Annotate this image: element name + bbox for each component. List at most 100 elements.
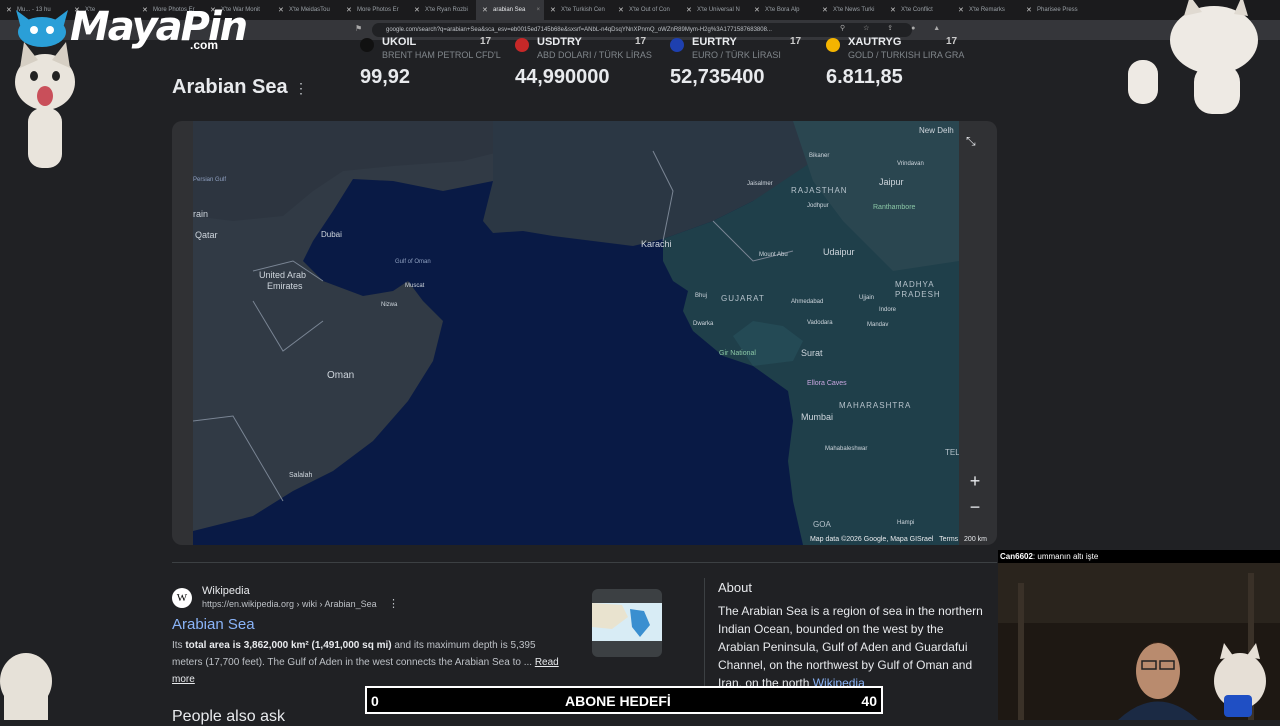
browser-tab[interactable]: ✕ X'te Remarks <box>952 0 1020 20</box>
ticker-item[interactable]: EURTRY EURO / TÜRK LİRASI 52,735400 17 <box>670 36 820 88</box>
map-thumbnail-image <box>592 603 662 641</box>
snippet-highlight: total area is 3,862,000 km² (1,491,000 s… <box>185 640 392 651</box>
logo-text: MayaPin <box>70 4 248 50</box>
result-snippet: Its total area is 3,862,000 km² (1,491,0… <box>172 640 559 685</box>
ticker-symbol: EURTRY <box>692 36 737 48</box>
ticker-name: EURO / TÜRK LİRASI <box>692 50 781 60</box>
browser-tab[interactable]: ✕ arabian Sea × <box>476 0 544 20</box>
ticker-name: ABD DOLARI / TÜRK LİRAS <box>537 50 652 60</box>
browser-tab[interactable]: ✕ X'te MeidasTou <box>272 0 340 20</box>
ticker-item[interactable]: USDTRY ABD DOLARI / TÜRK LİRAS 44,990000 17 <box>515 36 665 88</box>
map-label-jodhpur: Jodhpur <box>807 203 829 209</box>
tab-favicon-icon: ✕ <box>618 6 624 14</box>
map-label-new-delhi: New Delh <box>919 126 954 135</box>
browser-tab[interactable]: ✕ X'te Turkish Cen <box>544 0 612 20</box>
map-label-jaisalmer: Jaisalmer <box>747 181 773 187</box>
tab-label: X'te Bora Alp <box>765 7 800 13</box>
chat-user: Can6602 <box>1000 552 1033 561</box>
map-label-gulf-of-oman: Gulf of Oman <box>395 259 431 265</box>
browser-tab[interactable]: ✕ X'te Universal N <box>680 0 748 20</box>
about-heading: About <box>718 580 752 595</box>
tab-favicon-icon: ✕ <box>278 6 284 14</box>
browser-tab[interactable]: ✕ More Photos Er <box>340 0 408 20</box>
map-label-uae-2: Emirates <box>267 281 303 291</box>
tradingview-icon: 17 <box>480 36 492 47</box>
goal-end: 40 <box>861 693 877 709</box>
map-label-mumbai: Mumbai <box>801 412 833 422</box>
map-card[interactable]: New Delh Bikaner Vrindavan Persian Gulf … <box>172 121 997 545</box>
tab-label: arabian Sea <box>493 7 526 13</box>
close-tab-icon[interactable]: × <box>536 7 540 13</box>
map-terms-link[interactable]: Terms <box>939 536 958 543</box>
browser-tab[interactable]: ✕ X'te Ryan Rozbi <box>408 0 476 20</box>
map[interactable]: New Delh Bikaner Vrindavan Persian Gulf … <box>193 121 959 545</box>
browser-tab[interactable]: ✕ X'te Out of Con <box>612 0 680 20</box>
result-title-link[interactable]: Arabian Sea <box>172 616 255 633</box>
ticker-value: 52,735400 <box>670 66 765 88</box>
chat-text: : ummanın altı işte <box>1032 552 1099 561</box>
tab-favicon-icon: ✕ <box>686 6 692 14</box>
browser-tab[interactable]: ✕ Pharisee Press <box>1020 0 1088 20</box>
collapse-map-icon[interactable]: ⤡ <box>966 134 976 149</box>
map-label-pradesh: PRADESH <box>895 290 941 299</box>
result-thumbnail[interactable] <box>592 589 662 657</box>
tab-label: X'te Turkish Cen <box>561 7 605 13</box>
tradingview-icon: 17 <box>635 36 647 47</box>
ticker-name: BRENT HAM PETROL CFD'L <box>382 50 501 60</box>
tab-favicon-icon: ✕ <box>346 6 352 14</box>
map-label-ellora: Ellora Caves <box>807 380 847 387</box>
tab-label: X'te News Turki <box>833 7 875 13</box>
map-label-surat: Surat <box>801 348 823 358</box>
page-title: Arabian Sea <box>172 76 288 98</box>
tab-label: X'te Out of Con <box>629 7 670 13</box>
ticker-symbol: USDTRY <box>537 36 582 48</box>
extension-icons[interactable]: ⚲ ☆ ⇪ ● ▲ <box>840 24 948 32</box>
cat-sticker-left-top <box>15 42 75 168</box>
tab-favicon-icon: ✕ <box>550 6 556 14</box>
streamer-webcam-image <box>998 563 1280 720</box>
ticker-value: 99,92 <box>360 66 411 88</box>
url-field[interactable]: google.com/search?q=arabian+Sea&sca_esv=… <box>372 23 912 37</box>
ticker-symbol: UKOIL <box>382 36 417 48</box>
map-label-karachi: Karachi <box>641 239 672 249</box>
tab-favicon-icon: ✕ <box>822 6 828 14</box>
map-label-hampi: Hampi <box>897 520 914 526</box>
map-label-nizwa: Nizwa <box>381 302 398 308</box>
browser-tab[interactable]: ✕ X'te Bora Alp <box>748 0 816 20</box>
map-label-udaipur: Udaipur <box>823 247 855 257</box>
result-more-icon[interactable]: ⋮ <box>388 597 399 610</box>
ticker-flag-icon <box>515 38 529 52</box>
map-attribution: Map data ©2026 Google, Mapa GISrael Term… <box>810 536 987 543</box>
tab-favicon-icon: ✕ <box>754 6 760 14</box>
subscriber-goal-bar: 0 ABONE HEDEFİ 40 <box>365 686 883 714</box>
tab-favicon-icon: ✕ <box>890 6 896 14</box>
result-url[interactable]: https://en.wikipedia.org › wiki › Arabia… <box>202 599 377 609</box>
map-label-bhuj: Bhuj <box>695 293 707 299</box>
bookmark-icon[interactable]: ⚑ <box>355 24 362 33</box>
map-label-dubai: Dubai <box>321 230 342 239</box>
result-source[interactable]: Wikipedia <box>202 585 250 597</box>
cat-sticker-right-top <box>1128 0 1258 114</box>
goal-label: ABONE HEDEFİ <box>565 693 671 709</box>
map-label-dwarka: Dwarka <box>693 321 714 327</box>
map-label-qatar: Qatar <box>195 230 218 240</box>
map-label-salalah: Salalah <box>289 472 312 479</box>
browser-tab[interactable]: ✕ X'te Conflict <box>884 0 952 20</box>
zoom-out-button[interactable]: − <box>962 494 988 520</box>
more-options-icon[interactable]: ⋮ <box>294 80 308 97</box>
ticker-name: GOLD / TURKISH LIRA GRA <box>848 50 965 60</box>
ticker-flag-icon <box>670 38 684 52</box>
ticker-item[interactable]: UKOIL BRENT HAM PETROL CFD'L 99,92 17 <box>360 36 510 88</box>
map-label-gir: Gir National <box>719 350 756 357</box>
tab-label: X'te MeidasTou <box>289 7 330 13</box>
zoom-in-button[interactable]: + <box>962 468 988 494</box>
map-label-madhya: MADHYA <box>895 280 935 289</box>
logo-domain: .com <box>190 38 219 52</box>
map-data-credit: Map data ©2026 Google, Mapa GISrael <box>809 536 934 543</box>
ticker-item[interactable]: XAUTRYG GOLD / TURKISH LIRA GRA 6.811,85 17 <box>826 36 976 88</box>
map-label-ahmedabad: Ahmedabad <box>791 299 823 305</box>
browser-tab[interactable]: ✕ X'te News Turki <box>816 0 884 20</box>
people-also-ask-heading: People also ask <box>172 708 285 725</box>
map-label-ujjain: Ujjain <box>859 295 874 301</box>
map-label-mandav: Mandav <box>867 322 888 328</box>
